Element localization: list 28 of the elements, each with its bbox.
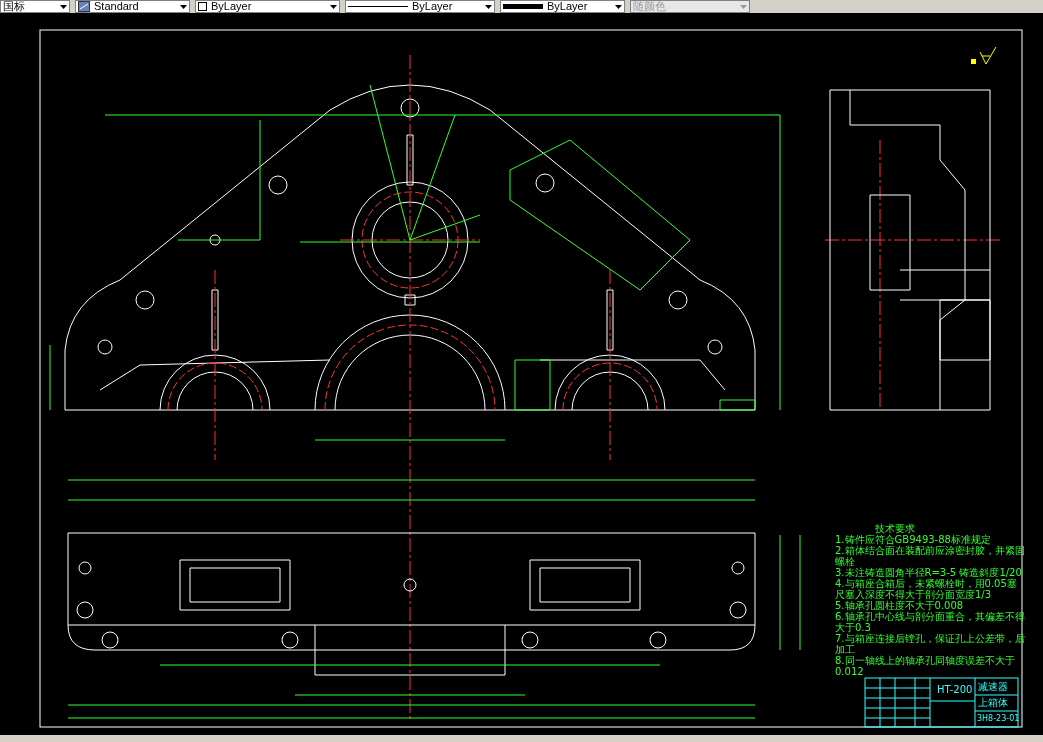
color-swatch-icon [198, 2, 207, 11]
note-line: 3.未注铸造圆角半径R=3-5 铸造斜度1/20 [835, 567, 1023, 578]
caret-icon [180, 4, 187, 9]
note-line: 1.铸件应符合GB9493-88标准规定 [835, 534, 992, 545]
caret-icon [615, 4, 622, 9]
note-line: 5.轴承孔圆柱度不大于0.008 [835, 600, 964, 611]
note-line: 6.轴承孔中心线与剖分面重合，其偏差不得大于0.3 [835, 611, 1025, 633]
notes-heading: 技术要求 [875, 523, 916, 534]
note-line: 8.同一轴线上的轴承孔同轴度误差不大于0.012 [835, 655, 1016, 677]
caret-icon [60, 4, 67, 9]
dropdown[interactable]: Standard [75, 0, 190, 13]
dropdown[interactable]: 国标 [0, 0, 70, 13]
caret-icon [330, 4, 337, 9]
line-sample-icon [348, 5, 408, 8]
dropdown[interactable]: ByLayer [345, 0, 495, 13]
note-line: 7.与箱座连接后镗孔，保证孔上公差带，后加工 [835, 633, 1025, 655]
part-text: 上箱体 [978, 697, 1008, 709]
text-style-icon [78, 1, 90, 12]
caret-icon [740, 4, 747, 9]
note-line: 4.与箱座合箱后，未紧螺栓时，用0.05塞尺塞入深度不得大于剖分面宽度1/3 [835, 578, 1018, 600]
drawing-number: 3H8-23-01 [977, 713, 1020, 725]
caret-icon [485, 4, 492, 9]
product-text: 减速器 [978, 681, 1008, 693]
dropdown[interactable]: ByLayer [500, 0, 625, 13]
material-text: HT-200 [937, 684, 973, 696]
dropdown[interactable]: ByLayer [195, 0, 340, 13]
thick-line-sample-icon [503, 4, 543, 9]
note-line: 2.箱体结合面在装配前应涂密封胶，并紧固螺栓 [835, 545, 1025, 567]
